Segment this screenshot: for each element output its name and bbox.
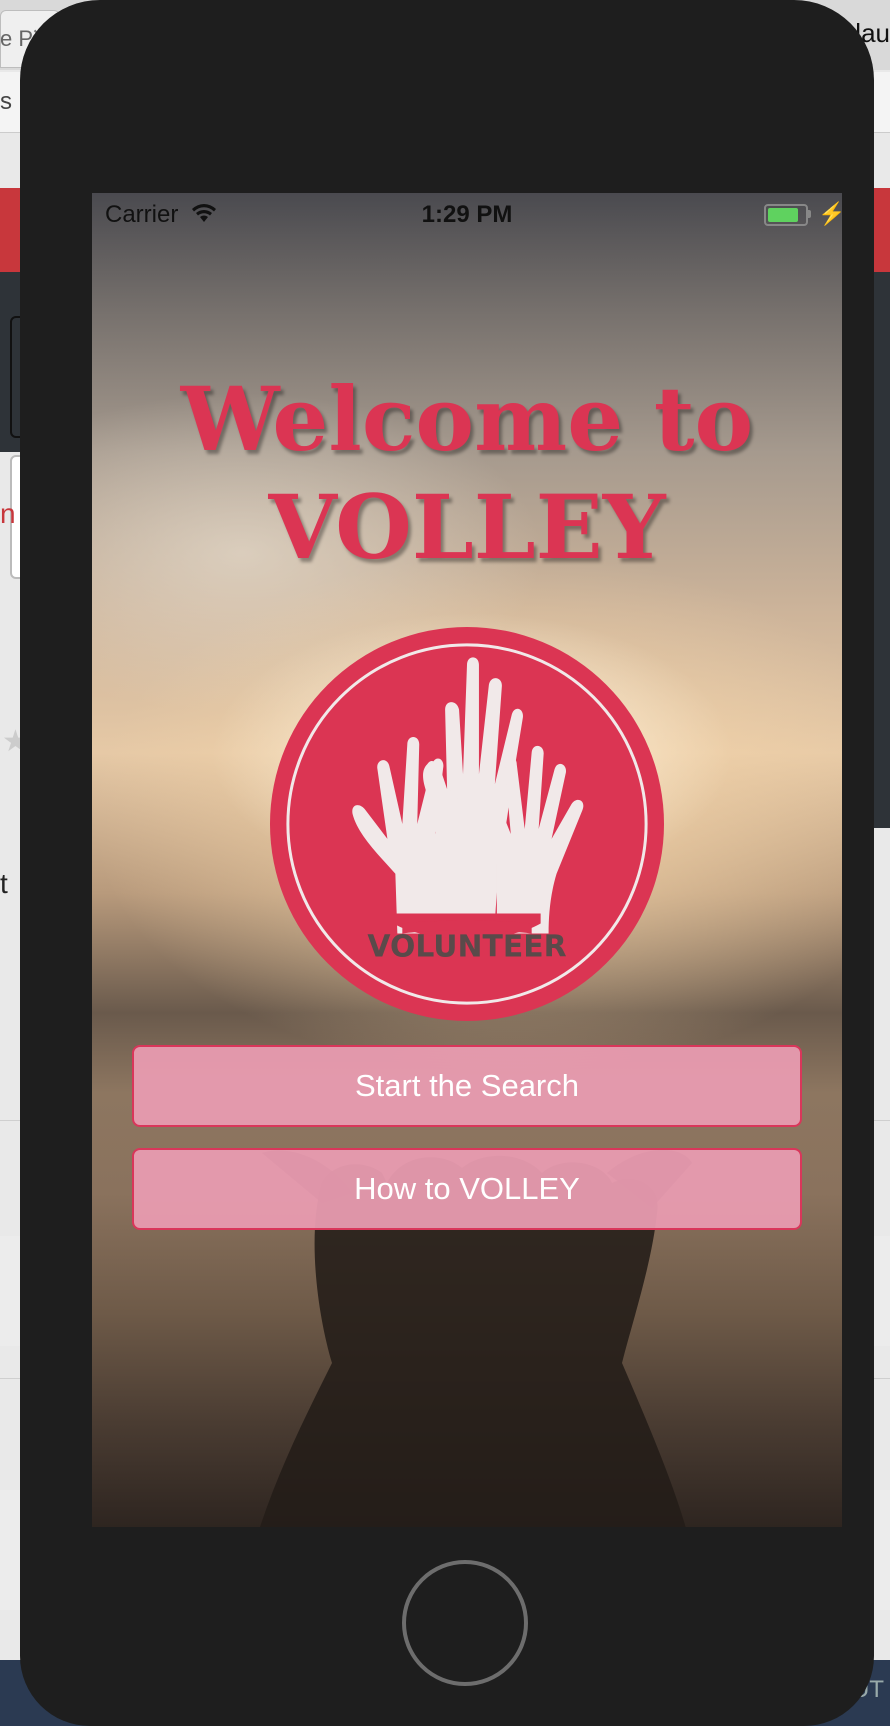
status-time: 1:29 PM	[421, 201, 513, 228]
start-search-button[interactable]: Start the Search	[132, 1045, 802, 1127]
app-screen: Carrier 1:29 PM ⚡ Welcome to VOLLEY VOLU…	[92, 193, 842, 1527]
how-to-volley-button[interactable]: How to VOLLEY	[132, 1148, 802, 1230]
page-link-fragment[interactable]: n	[0, 498, 16, 530]
volunteer-logo: VOLUNTEER	[269, 626, 665, 1022]
logo-text: VOLUNTEER	[367, 929, 566, 964]
battery-icon	[764, 204, 808, 226]
page-text-fragment: t	[0, 868, 8, 899]
welcome-line-1: Welcome to	[180, 367, 754, 471]
home-button[interactable]	[402, 1560, 528, 1686]
welcome-title: Welcome to VOLLEY	[92, 365, 842, 581]
status-bar: Carrier 1:29 PM ⚡	[92, 193, 842, 235]
address-bar-text: s	[0, 88, 12, 115]
charging-icon: ⚡	[818, 201, 842, 226]
battery-nub	[807, 210, 811, 218]
phone-frame: Carrier 1:29 PM ⚡ Welcome to VOLLEY VOLU…	[20, 0, 874, 1726]
welcome-line-2: VOLLEY	[268, 475, 666, 579]
